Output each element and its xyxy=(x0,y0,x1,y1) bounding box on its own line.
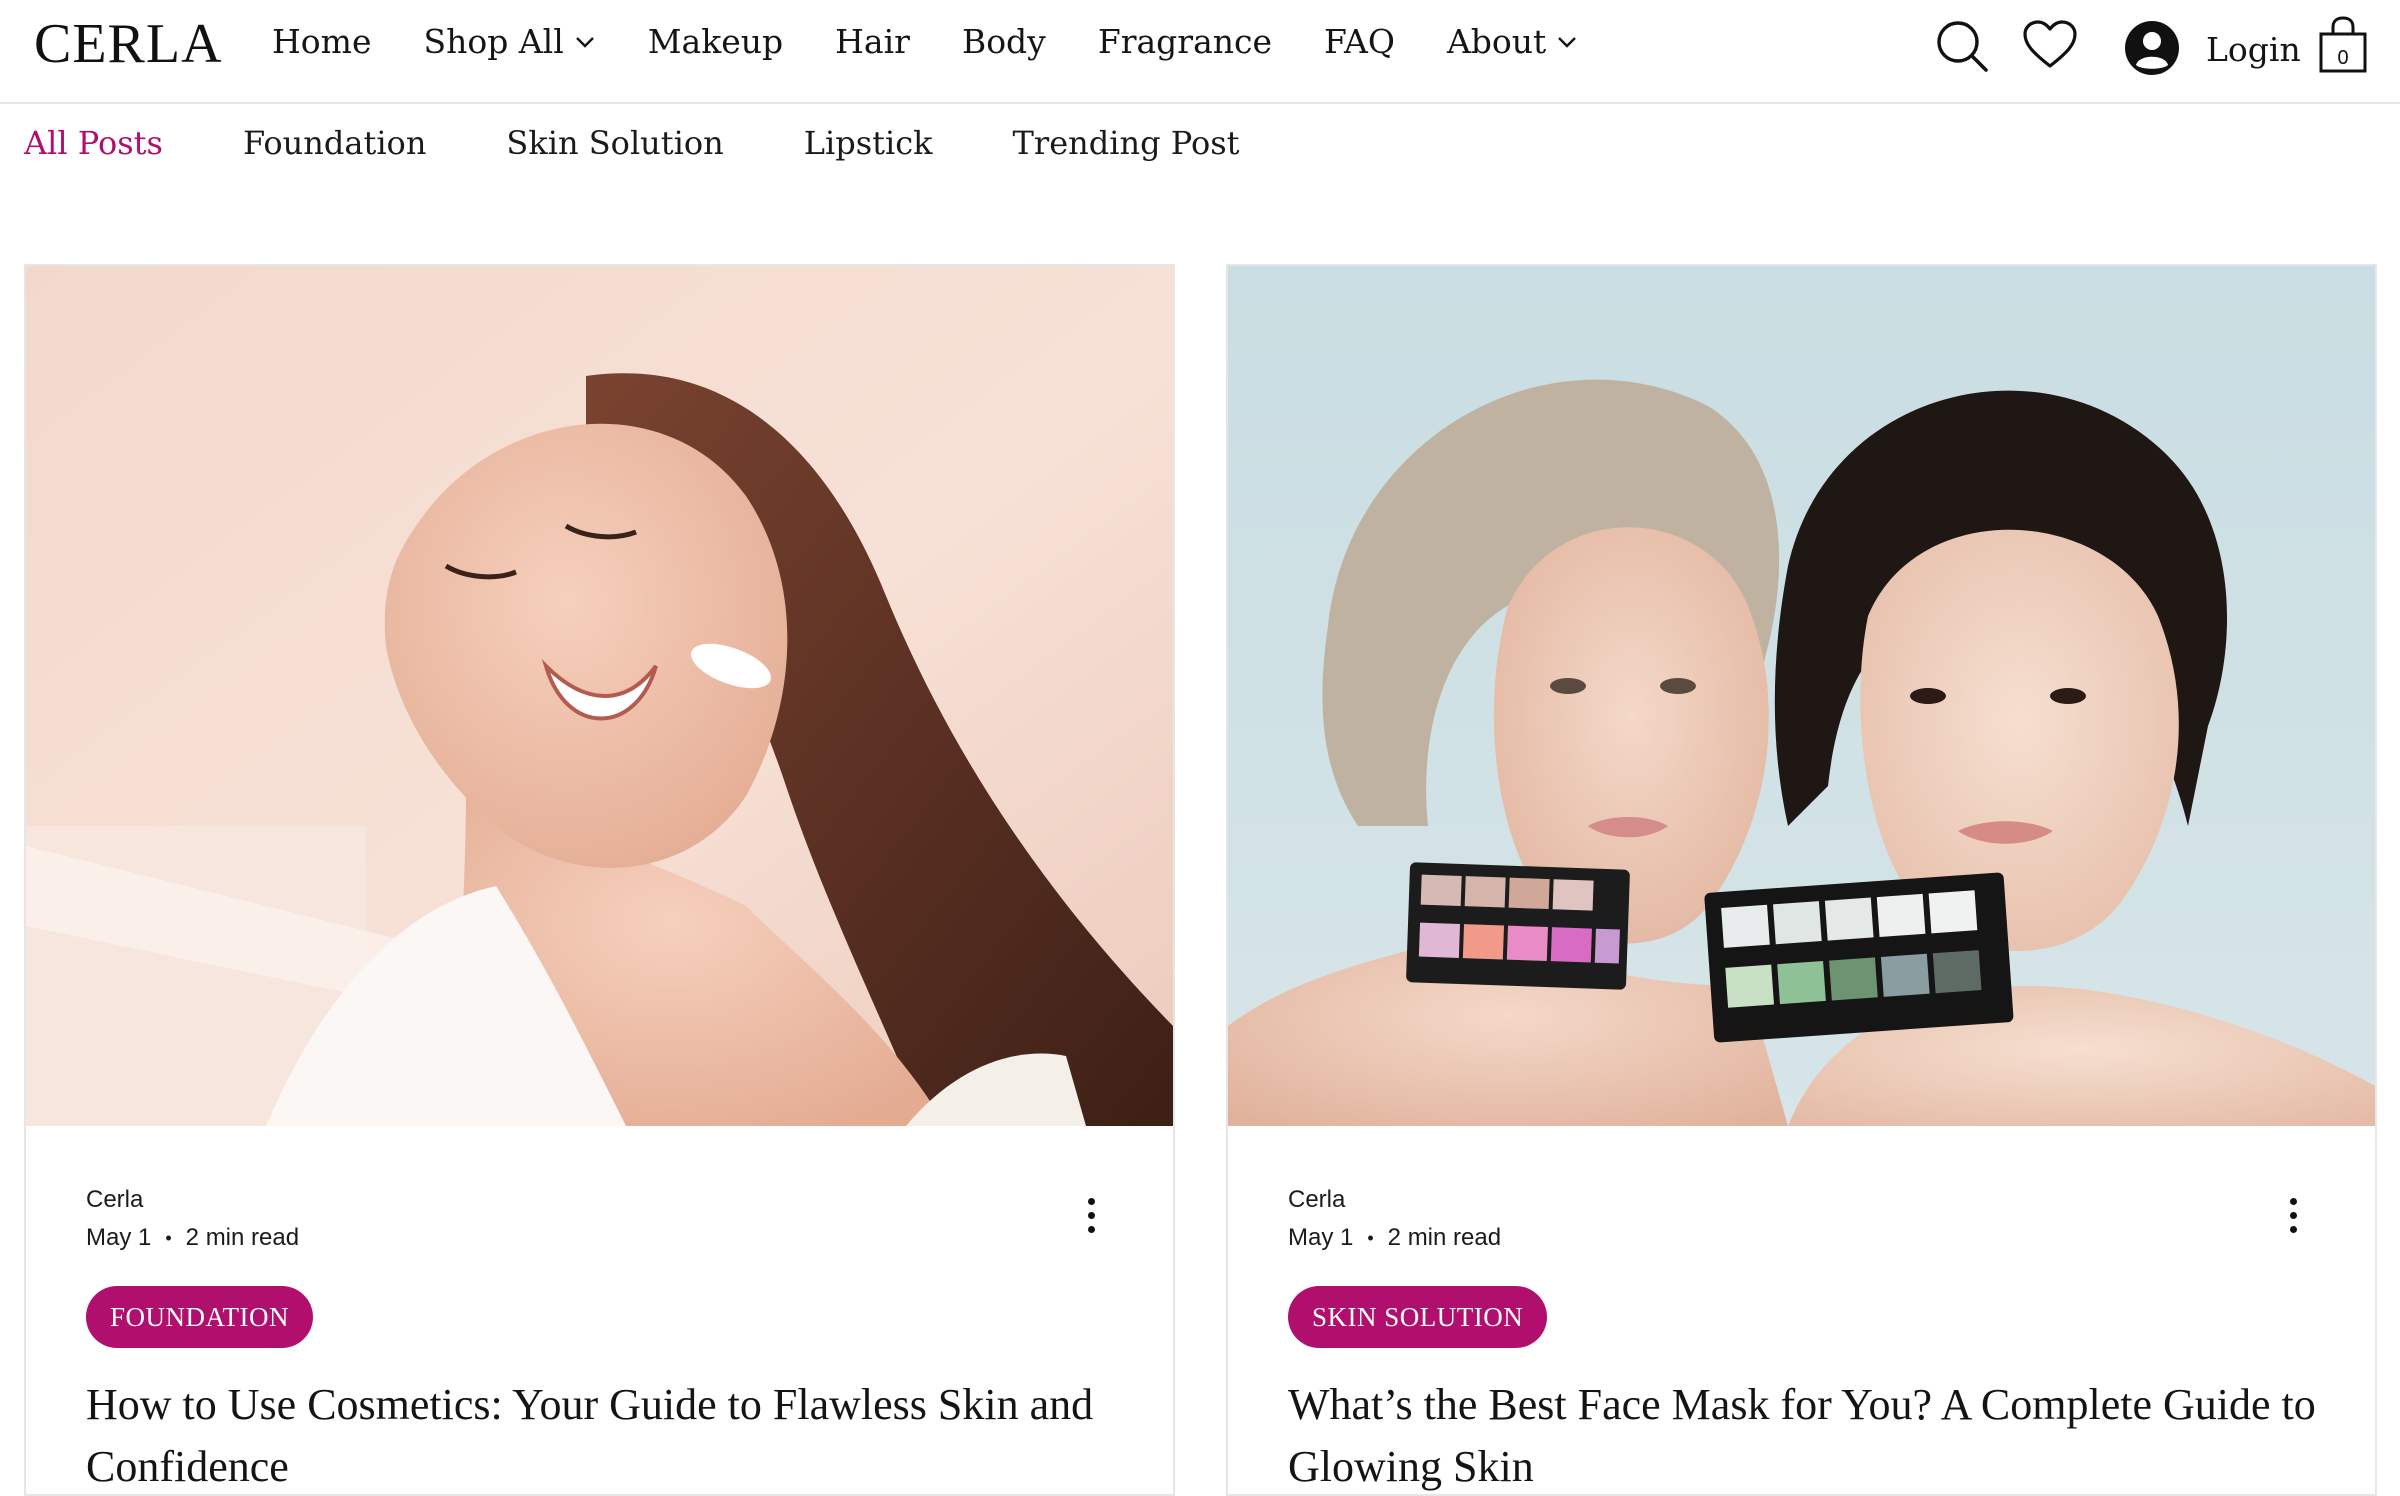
post-card[interactable]: Cerla May 1 • 2 min read SKIN SOLUTION W… xyxy=(1226,264,2377,1496)
post-meta: Cerla May 1 • 2 min read xyxy=(1288,1186,1501,1252)
nav-faq-label: FAQ xyxy=(1324,22,1395,61)
separator-dot: • xyxy=(1367,1227,1374,1248)
post-author[interactable]: Cerla xyxy=(1288,1186,1501,1214)
separator-dot: • xyxy=(165,1227,172,1248)
nav-home[interactable]: Home xyxy=(272,22,371,61)
post-category-badge[interactable]: FOUNDATION xyxy=(86,1286,313,1348)
post-date: May 1 xyxy=(86,1224,152,1251)
nav-body[interactable]: Body xyxy=(962,22,1046,61)
nav-makeup[interactable]: Makeup xyxy=(648,22,783,61)
post-category-badge[interactable]: SKIN SOLUTION xyxy=(1288,1286,1548,1348)
post-date-line: May 1 • 2 min read xyxy=(86,1224,299,1252)
nav-about-label: About xyxy=(1446,22,1547,61)
nav-fragrance-label: Fragrance xyxy=(1097,22,1273,61)
tab-skin-solution[interactable]: Skin Solution xyxy=(506,124,723,162)
site-logo[interactable]: CERLA xyxy=(34,12,223,76)
post-read-time: 2 min read xyxy=(1387,1224,1502,1251)
post-cover-image[interactable] xyxy=(1228,266,2375,1126)
nav-fragrance[interactable]: Fragrance xyxy=(1098,22,1272,61)
post-cover-image[interactable] xyxy=(26,266,1173,1126)
more-options-icon[interactable] xyxy=(1079,1198,1103,1246)
search-icon[interactable] xyxy=(1934,18,1990,74)
nav-body-label: Body xyxy=(961,22,1046,61)
nav-home-label: Home xyxy=(272,22,372,61)
post-title[interactable]: What’s the Best Face Mask for You? A Com… xyxy=(1288,1374,2328,1494)
post-card[interactable]: Cerla May 1 • 2 min read FOUNDATION How … xyxy=(24,264,1175,1496)
login-link[interactable]: Login xyxy=(2206,30,2301,69)
tab-all-posts[interactable]: All Posts xyxy=(24,124,163,162)
nav-makeup-label: Makeup xyxy=(647,22,784,61)
tab-lipstick[interactable]: Lipstick xyxy=(804,124,933,162)
chevron-down-icon xyxy=(575,36,594,48)
post-meta: Cerla May 1 • 2 min read xyxy=(86,1186,299,1252)
shopping-bag-icon[interactable]: 0 xyxy=(2318,16,2368,74)
cart-count: 0 xyxy=(2337,47,2348,69)
nav-hair-label: Hair xyxy=(835,22,910,61)
blog-category-tabs: All Posts Foundation Skin Solution Lipst… xyxy=(24,124,1320,162)
tab-trending-post[interactable]: Trending Post xyxy=(1013,124,1240,162)
post-date-line: May 1 • 2 min read xyxy=(1288,1224,1501,1252)
post-author[interactable]: Cerla xyxy=(86,1186,299,1214)
post-title[interactable]: How to Use Cosmetics: Your Guide to Flaw… xyxy=(86,1374,1126,1494)
post-read-time: 2 min read xyxy=(185,1224,300,1251)
heart-icon[interactable] xyxy=(2022,20,2078,70)
site-header: CERLA Home Shop All Makeup Hair Body Fra… xyxy=(0,0,2400,104)
nav-shop-all[interactable]: Shop All xyxy=(423,22,595,61)
account-icon[interactable] xyxy=(2124,20,2180,76)
tab-foundation[interactable]: Foundation xyxy=(243,124,426,162)
nav-hair[interactable]: Hair xyxy=(835,22,910,61)
chevron-down-icon xyxy=(1558,36,1577,48)
nav-faq[interactable]: FAQ xyxy=(1324,22,1395,61)
main-nav: Home Shop All Makeup Hair Body Fragrance… xyxy=(272,22,1630,61)
nav-shop-all-label: Shop All xyxy=(423,22,564,61)
nav-about[interactable]: About xyxy=(1447,22,1578,61)
post-date: May 1 xyxy=(1288,1224,1354,1251)
more-options-icon[interactable] xyxy=(2281,1198,2305,1246)
